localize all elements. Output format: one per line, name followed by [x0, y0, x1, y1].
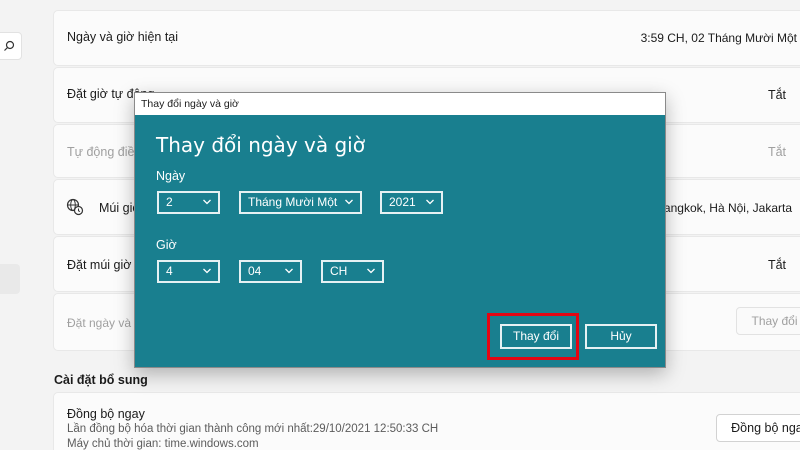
- date-label: Ngày: [156, 169, 186, 183]
- minute-select[interactable]: 04: [239, 260, 302, 283]
- change-datetime-dialog: Thay đổi ngày và giờ Thay đổi ngày và gi…: [134, 92, 666, 368]
- cancel-button[interactable]: Hủy: [585, 324, 657, 349]
- month-select[interactable]: Tháng Mười Một: [239, 191, 362, 214]
- chevron-down-icon: [203, 199, 211, 205]
- auto-dst-label: Tự động điều: [67, 145, 142, 159]
- manual-change-button[interactable]: Thay đổi: [736, 307, 800, 335]
- auto-dst-state: Tắt: [767, 145, 786, 159]
- dialog-heading: Thay đổi ngày và giờ: [156, 133, 365, 157]
- search-button[interactable]: [0, 32, 22, 60]
- auto-timezone-state: Tắt: [767, 258, 786, 272]
- chevron-down-icon: [203, 268, 211, 274]
- current-datetime-value: 3:59 CH, 02 Tháng Mười Một: [640, 31, 797, 45]
- current-datetime-row: Ngày và giờ hiện tại 3:59 CH, 02 Tháng M…: [53, 10, 800, 66]
- day-select[interactable]: 2: [157, 191, 220, 214]
- additional-settings-title: Cài đặt bổ sung: [54, 373, 148, 387]
- year-select[interactable]: 2021: [380, 191, 443, 214]
- hour-select[interactable]: 4: [157, 260, 220, 283]
- sync-title: Đồng bộ ngay: [67, 407, 145, 421]
- sync-server-text: Máy chủ thời gian: time.windows.com: [67, 438, 259, 450]
- chevron-down-icon: [367, 268, 375, 274]
- month-value: Tháng Mười Một: [248, 195, 338, 209]
- auto-time-state: Tắt: [767, 88, 786, 102]
- chevron-down-icon: [345, 199, 353, 205]
- year-value: 2021: [389, 195, 416, 209]
- highlight-box: [487, 313, 579, 360]
- minute-value: 04: [248, 264, 262, 278]
- dialog-titlebar[interactable]: Thay đổi ngày và giờ: [135, 93, 665, 115]
- nav-selected-item[interactable]: [0, 264, 20, 294]
- search-icon: [4, 40, 15, 51]
- ampm-value: CH: [330, 264, 348, 278]
- sync-last-text: Lần đồng bộ hóa thời gian thành công mới…: [67, 423, 439, 435]
- hour-value: 4: [166, 264, 173, 278]
- time-label: Giờ: [156, 238, 177, 252]
- timezone-value[interactable]: ) Bangkok, Hà Nội, Jakarta: [649, 201, 792, 215]
- sync-now-button[interactable]: Đồng bộ ngay: [716, 414, 800, 442]
- globe-clock-icon: [66, 198, 84, 216]
- chevron-down-icon: [426, 199, 434, 205]
- ampm-select[interactable]: CH: [321, 260, 384, 283]
- day-value: 2: [166, 195, 173, 209]
- current-datetime-label: Ngày và giờ hiện tại: [67, 30, 179, 44]
- sync-row: Đồng bộ ngay Lần đồng bộ hóa thời gian t…: [53, 392, 800, 450]
- chevron-down-icon: [285, 268, 293, 274]
